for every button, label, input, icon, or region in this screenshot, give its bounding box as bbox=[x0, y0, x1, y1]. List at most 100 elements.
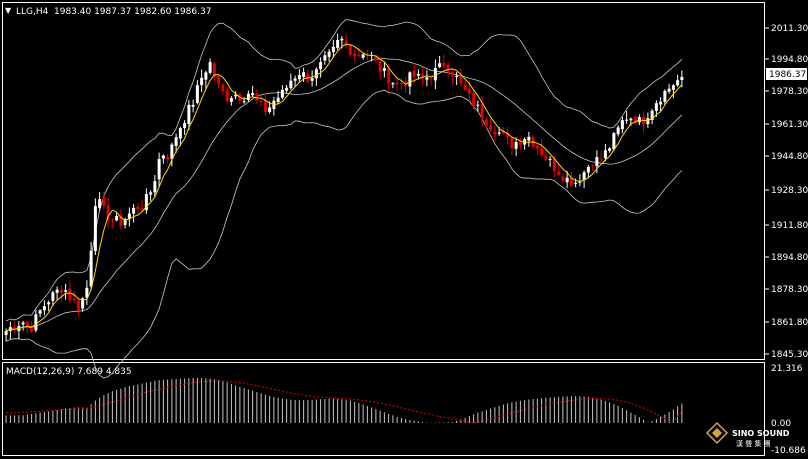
candle-body bbox=[586, 166, 590, 173]
middle-band-line bbox=[5, 58, 683, 332]
candle-body bbox=[268, 107, 272, 112]
macd-axis-label-bottom: -10.686 bbox=[771, 446, 806, 456]
candle-body bbox=[153, 181, 157, 193]
logo-subtitle-text: 漢 聲 集 團 bbox=[736, 439, 771, 448]
candle-body bbox=[293, 78, 297, 81]
candles[interactable] bbox=[4, 33, 684, 342]
candle-body bbox=[217, 76, 221, 84]
macd-label: MACD(12,26,9) 7.689 4.835 bbox=[6, 367, 132, 377]
candle-body bbox=[518, 141, 522, 145]
candle-body bbox=[183, 123, 187, 129]
candle-body bbox=[336, 39, 340, 48]
candle-body bbox=[187, 104, 191, 124]
candle-body bbox=[327, 51, 331, 57]
candle-body bbox=[557, 171, 561, 175]
candle-body bbox=[136, 206, 140, 210]
price-label-3: 1978.30 bbox=[771, 87, 808, 97]
candle-body bbox=[429, 78, 433, 80]
candle-body bbox=[302, 72, 306, 77]
candle-body bbox=[110, 219, 114, 221]
price-label-4: 1961.30 bbox=[771, 120, 808, 130]
price-label-11: 1845.30 bbox=[771, 350, 808, 360]
candle-body bbox=[89, 250, 93, 287]
candle-body bbox=[463, 84, 467, 91]
candle-body bbox=[42, 306, 46, 311]
candle-body bbox=[76, 300, 80, 311]
candle-body bbox=[510, 137, 514, 149]
candle-body bbox=[425, 77, 429, 80]
candle-body bbox=[561, 176, 565, 181]
candle-body bbox=[98, 198, 102, 208]
candle-body bbox=[221, 84, 225, 92]
candle-body bbox=[161, 155, 165, 159]
candle-body bbox=[140, 208, 144, 210]
candle-body bbox=[310, 78, 314, 81]
candle-body bbox=[225, 90, 229, 102]
candle-body bbox=[438, 63, 442, 68]
price-label-1: 2011.30 bbox=[771, 24, 808, 34]
candle-body bbox=[25, 321, 29, 326]
candle-body bbox=[251, 93, 255, 96]
candle-body bbox=[493, 131, 497, 135]
price-label-6: 1928.30 bbox=[771, 186, 808, 196]
candle-body bbox=[671, 85, 675, 90]
candle-body bbox=[289, 80, 293, 89]
candle-body bbox=[663, 90, 667, 102]
candle-body bbox=[263, 100, 267, 113]
price-label-9: 1878.30 bbox=[771, 285, 808, 295]
candle-body bbox=[391, 83, 395, 85]
candle-body bbox=[34, 314, 38, 331]
candle-body bbox=[246, 93, 250, 100]
candle-body bbox=[344, 40, 348, 44]
candle-body bbox=[480, 103, 484, 119]
chart-root: 2011.30 1994.80 1978.30 1961.30 1944.80 … bbox=[0, 0, 808, 459]
candle-body bbox=[544, 155, 548, 160]
candle-body bbox=[68, 288, 72, 301]
candle-body bbox=[450, 71, 454, 76]
candle-body bbox=[612, 133, 616, 150]
candle-body bbox=[455, 75, 459, 77]
candle-body bbox=[659, 101, 663, 105]
lower-band-line bbox=[5, 89, 683, 379]
candle-body bbox=[540, 147, 544, 156]
price-label-2: 1994.80 bbox=[771, 55, 808, 65]
candle-body bbox=[667, 88, 671, 92]
candle-body bbox=[102, 197, 106, 206]
candle-body bbox=[319, 62, 323, 70]
candle-body bbox=[115, 215, 119, 221]
candle-body bbox=[59, 289, 63, 293]
candle-body bbox=[200, 77, 204, 86]
candle-body bbox=[591, 165, 595, 167]
candle-body bbox=[157, 159, 161, 180]
candle-body bbox=[276, 97, 280, 102]
candle-body bbox=[387, 68, 391, 84]
candle-body bbox=[285, 87, 289, 91]
candle-body bbox=[680, 76, 684, 81]
price-label-8: 1894.80 bbox=[771, 253, 808, 263]
price-label-5: 1944.80 bbox=[771, 152, 808, 162]
candle-body bbox=[395, 82, 399, 85]
candle-body bbox=[229, 97, 233, 102]
candle-body bbox=[620, 120, 624, 130]
candle-body bbox=[323, 55, 327, 61]
main-panel-frame bbox=[2, 2, 765, 360]
candle-body bbox=[599, 158, 603, 160]
candle-body bbox=[616, 127, 620, 135]
candle-body bbox=[208, 62, 212, 73]
candle-body bbox=[340, 38, 344, 41]
candle-body bbox=[331, 46, 335, 53]
candle-body bbox=[93, 206, 97, 251]
candle-body bbox=[459, 76, 463, 84]
candle-body bbox=[348, 45, 352, 55]
candle-body bbox=[535, 145, 539, 149]
candle-body bbox=[378, 61, 382, 72]
candle-body bbox=[353, 53, 357, 57]
candle-body bbox=[595, 157, 599, 167]
candle-body bbox=[608, 148, 612, 151]
price-label-7: 1911.80 bbox=[771, 221, 808, 231]
candle-body bbox=[4, 331, 8, 336]
candle-body bbox=[47, 302, 51, 305]
menu-arrow-icon[interactable]: ▼ bbox=[5, 6, 12, 15]
candle-body bbox=[191, 104, 195, 107]
candle-body bbox=[204, 72, 208, 80]
